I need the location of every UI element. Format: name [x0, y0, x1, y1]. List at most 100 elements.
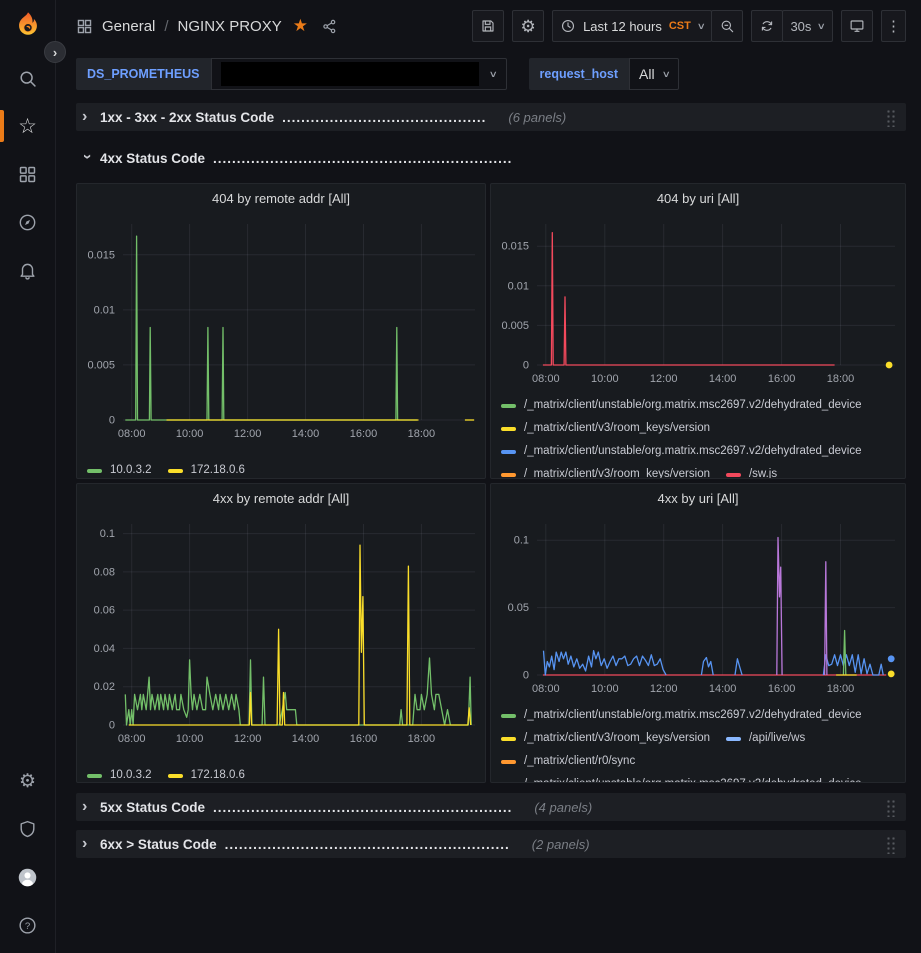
grafana-logo[interactable] — [11, 10, 45, 44]
more-options-button[interactable]: ⋮ — [881, 10, 906, 42]
legend-item[interactable]: /_matrix/client/unstable/org.matrix.msc2… — [501, 704, 862, 727]
svg-text:14:00: 14:00 — [292, 428, 320, 440]
chart-legend: /_matrix/client/unstable/org.matrix.msc2… — [491, 704, 905, 782]
refresh-interval-picker[interactable]: 30s ∨ — [782, 10, 833, 42]
refresh-dashboard-button[interactable] — [751, 10, 783, 42]
legend-item[interactable]: /_matrix/client/unstable/org.matrix.msc2… — [501, 773, 862, 782]
dashboard-settings-button[interactable]: ⚙ — [512, 10, 544, 42]
legend-item[interactable]: /_matrix/client/v3/room_keys/version — [501, 727, 710, 750]
sidebar-item-help[interactable]: ? — [8, 905, 48, 945]
time-series-chart[interactable]: 00.050.108:0010:0012:0014:0016:0018:00 — [491, 514, 905, 704]
svg-text:16:00: 16:00 — [768, 683, 796, 695]
row-1xx-3xx-2xx-status-code[interactable]: › 1xx - 3xx - 2xx Status Code ..........… — [76, 103, 906, 131]
panel-404-by-uri: 404 by uri [All] 00.0050.010.01508:0010:… — [490, 183, 906, 479]
time-series-chart[interactable]: 00.020.040.060.080.108:0010:0012:0014:00… — [77, 514, 485, 754]
kebab-menu-icon: ⋮ — [886, 17, 901, 35]
legend-series-label: /_matrix/client/unstable/org.matrix.msc2… — [524, 440, 862, 463]
row-drag-handle[interactable] — [886, 798, 896, 817]
legend-item[interactable]: /_matrix/client/unstable/org.matrix.msc2… — [501, 440, 862, 463]
legend-item[interactable]: 172.18.0.6 — [168, 764, 245, 782]
legend-series-color — [87, 469, 102, 473]
row-leader-dots: ........................................… — [213, 800, 512, 815]
chevron-down-icon: ∨ — [697, 21, 706, 32]
legend-item[interactable]: /sw.js — [726, 463, 777, 478]
svg-text:0.08: 0.08 — [94, 566, 115, 578]
dashboard-toolbar: ⚙ Last 12 hours CST ∨ — [472, 10, 906, 42]
legend-series-label: 172.18.0.6 — [191, 459, 245, 478]
breadcrumb-section[interactable]: General — [102, 18, 155, 35]
share-icon[interactable] — [321, 18, 338, 35]
legend-series-label: /_matrix/client/unstable/org.matrix.msc2… — [524, 704, 862, 727]
request-host-value: All — [639, 66, 655, 82]
legend-series-label: 172.18.0.6 — [191, 764, 245, 782]
sidebar-item-search[interactable] — [8, 58, 48, 98]
save-dashboard-button[interactable] — [472, 10, 504, 42]
svg-text:16:00: 16:00 — [768, 373, 796, 385]
time-range-picker[interactable]: Last 12 hours CST ∨ — [552, 10, 712, 42]
variable-request-host: request_host All ∨ — [529, 58, 680, 90]
legend-series-color — [501, 760, 516, 764]
legend-item[interactable]: 10.0.3.2 — [87, 764, 152, 782]
legend-item[interactable]: 10.0.3.2 — [87, 459, 152, 478]
zoom-out-icon — [719, 18, 735, 34]
svg-text:0.005: 0.005 — [87, 359, 115, 371]
legend-series-color — [501, 450, 516, 454]
svg-text:0.02: 0.02 — [94, 681, 115, 693]
legend-item[interactable]: /_matrix/client/v3/room_keys/version — [501, 417, 710, 440]
grafana-flame-icon — [11, 10, 45, 44]
nav-sidebar: › ☆ ⚙ — [0, 0, 56, 953]
svg-text:08:00: 08:00 — [118, 733, 146, 745]
chevron-right-icon: › — [82, 836, 92, 852]
panel-title[interactable]: 4xx by uri [All] — [491, 484, 905, 514]
legend-item[interactable]: /_matrix/client/r0/sync — [501, 750, 635, 773]
variables-bar: DS_PROMETHEUS ∨ request_host All ∨ — [56, 52, 921, 98]
time-series-chart[interactable]: 00.0050.010.01508:0010:0012:0014:0016:00… — [77, 214, 485, 449]
sidebar-item-alerting[interactable] — [8, 250, 48, 290]
row-drag-handle[interactable] — [886, 835, 896, 854]
sidebar-item-server-admin[interactable] — [8, 809, 48, 849]
chevron-right-icon: › — [82, 799, 92, 815]
clock-icon — [560, 18, 576, 34]
legend-item[interactable]: /_matrix/client/unstable/org.matrix.msc2… — [501, 394, 862, 417]
sidebar-item-dashboards[interactable] — [8, 154, 48, 194]
row-4xx-status-code[interactable]: › 4xx Status Code ......................… — [76, 144, 906, 172]
row-drag-handle[interactable] — [886, 108, 896, 127]
variable-datasource: DS_PROMETHEUS ∨ — [76, 58, 507, 90]
legend-item[interactable]: 172.18.0.6 — [168, 459, 245, 478]
avatar — [17, 867, 38, 888]
favorite-star-icon[interactable]: ★ — [293, 16, 308, 36]
svg-text:18:00: 18:00 — [827, 373, 855, 385]
panel-title[interactable]: 4xx by remote addr [All] — [77, 484, 485, 514]
gear-icon: ⚙ — [520, 18, 535, 35]
row-leader-dots: ........................................… — [225, 837, 510, 852]
svg-text:14:00: 14:00 — [292, 733, 320, 745]
time-range-label: Last 12 hours — [583, 19, 662, 34]
sidebar-item-explore[interactable] — [8, 202, 48, 242]
datasource-picker[interactable]: ∨ — [211, 58, 507, 90]
dashboards-grid-icon — [17, 164, 38, 185]
cycle-view-mode-button[interactable] — [841, 10, 873, 42]
row-leader-dots: ........................................… — [282, 110, 486, 125]
breadcrumb-dashboard-title[interactable]: NGINX PROXY — [178, 18, 282, 35]
panel-title[interactable]: 404 by uri [All] — [491, 184, 905, 214]
svg-text:18:00: 18:00 — [408, 428, 436, 440]
dashboard-header: General / NGINX PROXY ★ — [56, 0, 921, 52]
sidebar-expand-button[interactable]: › — [44, 41, 66, 63]
zoom-out-time-button[interactable] — [711, 10, 743, 42]
panel-title[interactable]: 404 by remote addr [All] — [77, 184, 485, 214]
row-5xx-status-code[interactable]: › 5xx Status Code ......................… — [76, 793, 906, 821]
row-title: 1xx - 3xx - 2xx Status Code — [100, 110, 274, 125]
sidebar-item-configuration[interactable]: ⚙ — [8, 761, 48, 801]
legend-item[interactable]: /_matrix/client/v3/room_keys/version — [501, 463, 710, 478]
chart-legend: 10.0.3.2 172.18.0.6 — [77, 764, 485, 782]
sidebar-item-starred[interactable]: ☆ — [8, 106, 48, 146]
row-title: 6xx > Status Code — [100, 837, 217, 852]
row-6xx-status-code[interactable]: › 6xx > Status Code ....................… — [76, 830, 906, 858]
time-series-chart[interactable]: 00.0050.010.01508:0010:0012:0014:0016:00… — [491, 214, 905, 394]
sidebar-item-profile[interactable] — [8, 857, 48, 897]
legend-series-color — [501, 737, 516, 741]
panel-404-by-remote-addr: 404 by remote addr [All] 00.0050.010.015… — [76, 183, 486, 479]
request-host-picker[interactable]: All ∨ — [629, 58, 679, 90]
legend-series-color — [726, 737, 741, 741]
legend-item[interactable]: /api/live/ws — [726, 727, 805, 750]
